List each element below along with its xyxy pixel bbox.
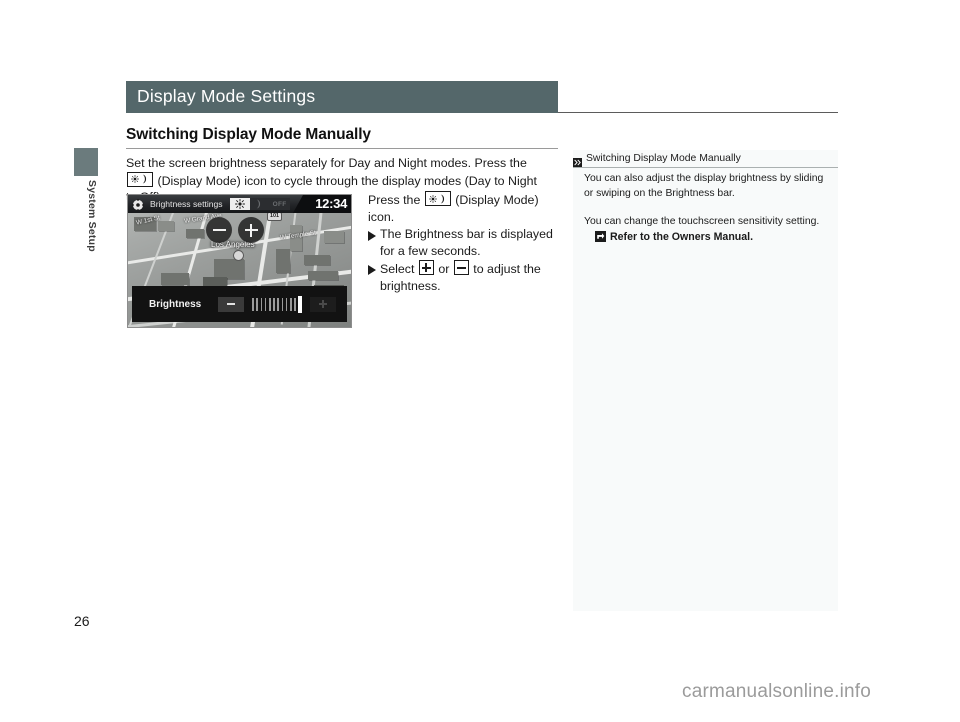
- minus-icon: [456, 266, 466, 269]
- mode-off-label: OFF: [272, 200, 287, 208]
- page-title: Display Mode Settings: [137, 86, 316, 106]
- side-note-reference: Refer to the Owners Manual.: [595, 230, 834, 245]
- section-heading: Switching Display Mode Manually: [126, 126, 371, 143]
- arrow-reference-icon: [595, 231, 606, 242]
- minus-icon: [227, 303, 236, 305]
- moon-icon: [440, 194, 444, 203]
- double-chevron-icon: [573, 154, 582, 167]
- brightness-bar-panel: Brightness: [132, 286, 347, 322]
- sun-icon: [428, 194, 437, 203]
- sidebar-section-tab: [74, 148, 98, 176]
- procedure-bullet-part2: or: [438, 262, 450, 276]
- plus-icon-vertical: [249, 223, 253, 237]
- procedure-column: Press the (Display Mode) icon. The Brigh…: [368, 191, 558, 294]
- display-mode-switch[interactable]: OFF: [229, 198, 290, 210]
- mode-day-button[interactable]: [229, 198, 250, 210]
- map-block: [304, 255, 330, 265]
- nav-header-bar: Brightness settings OFF 12:34: [128, 195, 351, 213]
- brightness-slider-tick: [285, 297, 288, 311]
- minus-button-icon: [453, 260, 469, 275]
- site-watermark: carmanualsonline.info: [682, 681, 872, 702]
- section-rule: [126, 148, 558, 149]
- brightness-increase-button[interactable]: [309, 296, 336, 312]
- brightness-slider[interactable]: [252, 295, 302, 313]
- title-rule: [558, 112, 838, 113]
- map-zoom-out-button[interactable]: [206, 217, 232, 243]
- minus-icon: [212, 228, 226, 232]
- procedure-intro-part1: Press the: [368, 193, 421, 207]
- map-block: [158, 221, 174, 231]
- side-note-header: Switching Display Mode Manually: [573, 150, 838, 167]
- nav-header-title: Brightness settings: [150, 199, 223, 209]
- map-block: [276, 249, 290, 273]
- procedure-bullet-text: The Brightness bar is displayed for a fe…: [380, 227, 553, 258]
- side-note-paragraph-2: You can change the touchscreen sensitivi…: [584, 216, 820, 227]
- mode-night-button[interactable]: [249, 198, 270, 210]
- brightness-slider-tick: [294, 297, 296, 311]
- highway-shield: 101: [267, 212, 282, 221]
- side-note-reference-text: Refer to the Owners Manual.: [610, 230, 754, 243]
- page-title-bar: Display Mode Settings: [126, 81, 558, 113]
- procedure-bullet-text: Select or to adjust the brightness.: [380, 260, 558, 294]
- side-note-title: Switching Display Mode Manually: [586, 152, 741, 164]
- brightness-slider-tick: [273, 297, 275, 311]
- side-note-spacer: [584, 201, 834, 215]
- procedure-intro: Press the (Display Mode) icon.: [368, 191, 558, 225]
- nav-screen-screenshot: 101 W Grand Ave W Temple St W 1st St Los…: [127, 194, 352, 328]
- procedure-bullet: Select or to adjust the brightness.: [368, 260, 558, 294]
- brightness-slider-tick: [281, 297, 284, 311]
- side-note-rule: [573, 167, 838, 168]
- display-mode-icon: [424, 191, 451, 206]
- map-block: [161, 273, 189, 285]
- page-number: 26: [74, 613, 90, 629]
- brightness-slider-tick: [264, 297, 267, 311]
- display-mode-icon: [127, 171, 153, 187]
- triangle-bullet-icon: [368, 230, 376, 241]
- nav-clock: 12:34: [315, 196, 347, 211]
- plus-button-icon: [418, 260, 434, 275]
- map-block: [324, 231, 344, 243]
- brightness-slider-tick: [260, 297, 263, 311]
- sun-icon: [234, 199, 245, 209]
- body-paragraph-part1: Set the screen brightness separately for…: [126, 156, 527, 170]
- plus-icon-vertical: [322, 300, 324, 308]
- moon-icon: [142, 174, 147, 184]
- brightness-decrease-button[interactable]: [218, 296, 245, 312]
- brightness-slider-tick: [289, 297, 292, 311]
- brightness-slider-tick: [252, 297, 254, 311]
- side-note-body: You can also adjust the display brightne…: [584, 172, 834, 244]
- side-note-panel: Switching Display Mode Manually You can …: [573, 150, 838, 611]
- city-marker-icon: [233, 250, 244, 261]
- moon-icon: [256, 199, 261, 209]
- procedure-bullet-part1: Select: [380, 262, 415, 276]
- triangle-bullet-icon: [368, 264, 376, 275]
- brightness-slider-cursor: [298, 295, 302, 313]
- sun-icon: [131, 175, 139, 183]
- brightness-slider-tick: [277, 297, 279, 311]
- brightness-label: Brightness: [149, 298, 202, 310]
- side-note-paragraph-1: You can also adjust the display brightne…: [584, 173, 824, 199]
- procedure-bullet: The Brightness bar is displayed for a fe…: [368, 226, 558, 259]
- map-zoom-in-button[interactable]: [238, 217, 264, 243]
- plus-icon-vertical: [425, 263, 428, 272]
- sidebar-section-label: System Setup: [86, 180, 98, 252]
- brightness-slider-tick: [256, 297, 259, 311]
- mode-off-button[interactable]: OFF: [269, 198, 290, 210]
- brightness-slider-tick: [268, 297, 271, 311]
- map-block: [186, 229, 204, 238]
- gear-icon[interactable]: [132, 198, 144, 211]
- map-block: [214, 259, 244, 279]
- map-block: [308, 271, 338, 280]
